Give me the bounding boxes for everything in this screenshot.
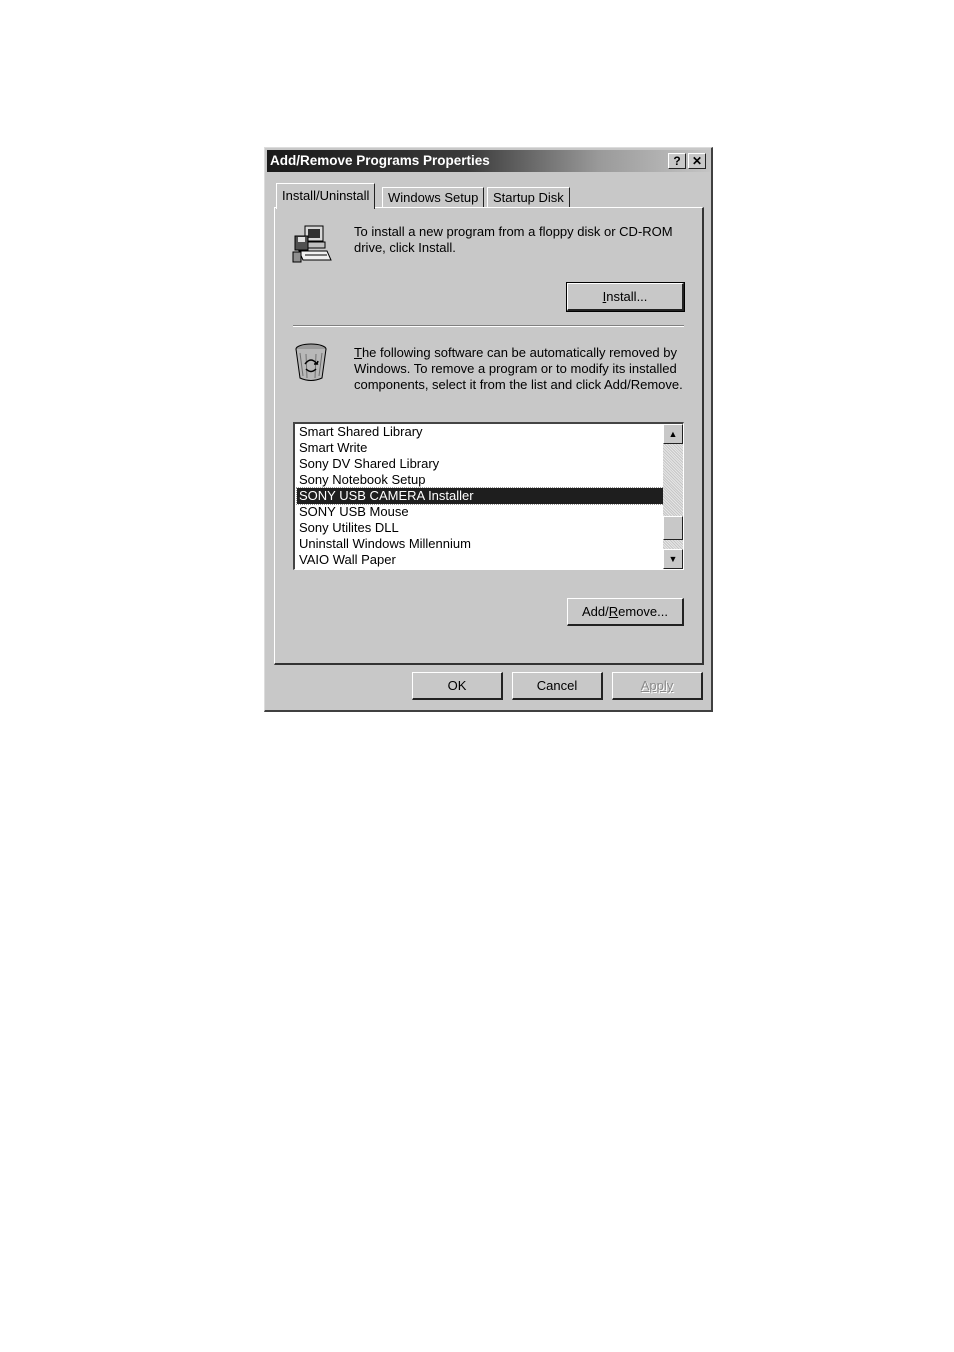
computer-floppy-icon <box>292 225 332 263</box>
cancel-button[interactable]: Cancel <box>512 672 603 700</box>
list-item[interactable]: Sony Notebook Setup <box>297 472 664 488</box>
title-bar[interactable]: Add/Remove Programs Properties ? ✕ <box>267 150 710 172</box>
remove-instructions-text: he following software can be automatical… <box>354 345 683 392</box>
list-item[interactable]: SONY USB Mouse <box>297 504 664 520</box>
help-button[interactable]: ? <box>668 153 686 169</box>
install-instructions: To install a new program from a floppy d… <box>354 224 673 255</box>
close-button[interactable]: ✕ <box>688 153 706 169</box>
scroll-up-arrow-icon: ▲ <box>668 429 678 439</box>
add-remove-prefix: Add/ <box>582 604 609 619</box>
recycle-bin-icon <box>295 343 327 381</box>
scroll-down-arrow-icon: ▼ <box>668 554 678 564</box>
scroll-down-button[interactable]: ▼ <box>663 549 683 569</box>
close-icon: ✕ <box>691 154 703 168</box>
install-button-label: nstall... <box>606 289 648 304</box>
add-remove-button[interactable]: Add/Remove... <box>567 598 684 626</box>
remove-instructions-accel: T <box>354 345 362 360</box>
list-item[interactable]: VAIO Wall Paper <box>297 552 664 568</box>
scroll-thumb[interactable] <box>663 516 683 540</box>
scroll-up-button[interactable]: ▲ <box>663 424 683 444</box>
ok-button[interactable]: OK <box>412 672 503 700</box>
tab-startup-disk[interactable]: Startup Disk <box>487 187 570 209</box>
install-button[interactable]: Install... <box>566 282 685 312</box>
apply-button[interactable]: Apply <box>612 672 703 700</box>
add-remove-accel: R <box>608 604 619 619</box>
apply-button-label: Apply <box>640 678 674 693</box>
list-item[interactable]: Smart Write <box>297 440 664 456</box>
list-item[interactable]: Sony Utilites DLL <box>297 520 664 536</box>
remove-instructions: The following software can be automatica… <box>354 345 689 393</box>
tab-install-uninstall[interactable]: Install/Uninstall <box>276 183 376 209</box>
dialog-title: Add/Remove Programs Properties <box>270 153 490 168</box>
installed-programs-list[interactable]: Smart Shared Library Smart Write Sony DV… <box>293 422 684 570</box>
list-item[interactable]: Sony DV Shared Library <box>297 456 664 472</box>
tab-windows-setup[interactable]: Windows Setup <box>382 187 485 209</box>
list-item[interactable]: Uninstall Windows Millennium <box>297 536 664 552</box>
install-uninstall-panel: To install a new program from a floppy d… <box>274 207 704 665</box>
add-remove-programs-dialog: Add/Remove Programs Properties ? ✕ Insta… <box>264 147 713 712</box>
add-remove-rest: emove... <box>618 604 668 619</box>
list-item-selected[interactable]: SONY USB CAMERA Installer <box>296 487 665 505</box>
list-scrollbar[interactable]: ▲ ▼ <box>663 424 683 569</box>
section-divider <box>293 325 684 327</box>
list-item[interactable]: Smart Shared Library <box>297 424 664 440</box>
